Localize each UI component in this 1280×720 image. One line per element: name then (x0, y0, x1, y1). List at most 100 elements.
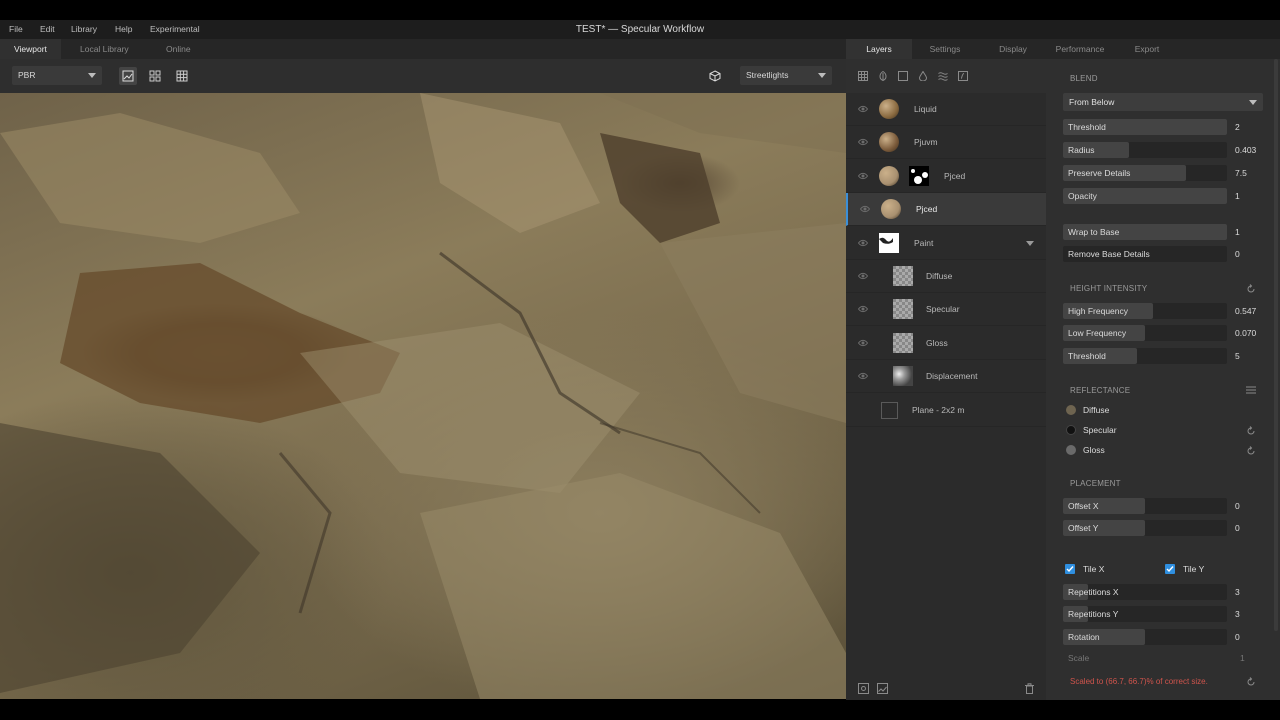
layer-row[interactable]: Displacement (846, 360, 1046, 394)
slider-label: Offset X (1068, 501, 1099, 511)
layer-mask-thumbnail[interactable] (909, 165, 929, 186)
layer-row[interactable]: Pjced (846, 193, 1046, 227)
tab-export[interactable]: Export (1114, 39, 1180, 59)
split-view-button[interactable] (146, 67, 164, 85)
layer-row[interactable]: Gloss (846, 326, 1046, 360)
low-frequency-slider[interactable]: Low Frequency (1063, 325, 1227, 341)
slider-value[interactable]: 0.547 (1235, 303, 1265, 319)
3d-viewport[interactable] (0, 93, 846, 699)
reset-icon[interactable] (1246, 446, 1256, 456)
grid-icon[interactable] (858, 71, 868, 81)
reset-icon[interactable] (1246, 677, 1256, 687)
eye-icon[interactable] (858, 172, 868, 180)
rotation-slider[interactable]: Rotation (1063, 629, 1227, 645)
tile-view-button[interactable] (173, 67, 191, 85)
opacity-slider[interactable]: Opacity (1063, 188, 1227, 204)
tile-y-checkbox[interactable] (1165, 564, 1175, 574)
menu-library[interactable]: Library (71, 20, 97, 39)
height-threshold-slider[interactable]: Threshold (1063, 348, 1227, 364)
add-image-layer-icon[interactable] (877, 683, 888, 694)
menu-experimental[interactable]: Experimental (150, 20, 200, 39)
slider-value[interactable]: 7.5 (1235, 165, 1265, 181)
eye-icon[interactable] (858, 138, 868, 146)
menu-bar: File Edit Library Help Experimental TEST… (0, 20, 1280, 39)
high-frequency-slider[interactable]: High Frequency (1063, 303, 1227, 319)
function-icon[interactable] (958, 71, 968, 81)
diffuse-swatch[interactable] (1066, 405, 1076, 415)
render-mode-dropdown[interactable]: PBR (12, 66, 102, 85)
menu-icon[interactable] (1246, 386, 1256, 394)
slider-label: Threshold (1068, 122, 1106, 132)
tab-viewport[interactable]: Viewport (0, 39, 61, 59)
layer-row[interactable]: Specular (846, 293, 1046, 327)
tab-local-library[interactable]: Local Library (66, 39, 143, 59)
slider-value[interactable]: 3 (1235, 584, 1265, 600)
eye-icon[interactable] (858, 105, 868, 113)
eye-icon[interactable] (858, 305, 868, 313)
slider-label: Threshold (1068, 351, 1106, 361)
slider-value[interactable]: 0 (1235, 498, 1265, 514)
slider-value[interactable]: 0 (1235, 520, 1265, 536)
reset-icon[interactable] (1246, 426, 1256, 436)
tab-performance[interactable]: Performance (1046, 39, 1114, 59)
layer-name: Diffuse (926, 271, 953, 281)
menu-edit[interactable]: Edit (40, 20, 55, 39)
slider-value[interactable]: 3 (1235, 606, 1265, 622)
layer-thumbnail (879, 132, 899, 153)
menu-help[interactable]: Help (115, 20, 132, 39)
eye-icon[interactable] (860, 205, 870, 213)
tab-display[interactable]: Display (980, 39, 1046, 59)
slider-value[interactable]: 0.403 (1235, 142, 1265, 158)
layer-row[interactable]: Diffuse (846, 260, 1046, 293)
height-intensity-heading: HEIGHT INTENSITY (1070, 284, 1148, 293)
repetitions-x-slider[interactable]: Repetitions X (1063, 584, 1227, 600)
preserve-details-slider[interactable]: Preserve Details (1063, 165, 1227, 181)
menu-file[interactable]: File (9, 20, 23, 39)
wrap-to-base-slider[interactable]: Wrap to Base (1063, 224, 1227, 240)
remove-base-details-slider[interactable]: Remove Base Details (1063, 246, 1227, 262)
specular-swatch[interactable] (1066, 425, 1076, 435)
tile-x-checkbox[interactable] (1065, 564, 1075, 574)
tab-layers[interactable]: Layers (846, 39, 912, 59)
repetitions-y-slider[interactable]: Repetitions Y (1063, 606, 1227, 622)
offset-y-slider[interactable]: Offset Y (1063, 520, 1227, 536)
offset-x-slider[interactable]: Offset X (1063, 498, 1227, 514)
slider-value[interactable]: 1 (1235, 188, 1265, 204)
slider-value[interactable]: 0 (1235, 246, 1265, 262)
eye-icon[interactable] (858, 239, 868, 247)
slider-value[interactable]: 1 (1235, 224, 1265, 240)
gloss-swatch[interactable] (1066, 445, 1076, 455)
layer-row[interactable]: Plane - 2x2 m (846, 393, 1046, 427)
eye-icon[interactable] (858, 272, 868, 280)
properties-scrollbar[interactable] (1274, 59, 1278, 631)
reset-icon[interactable] (1246, 284, 1256, 294)
blend-mode-dropdown[interactable]: From Below (1063, 93, 1263, 111)
eye-icon[interactable] (858, 372, 868, 380)
radius-slider[interactable]: Radius (1063, 142, 1227, 158)
image-view-button[interactable] (119, 67, 137, 85)
slider-value[interactable]: 2 (1235, 119, 1265, 135)
square-icon[interactable] (898, 71, 908, 81)
layer-row[interactable]: Paint (846, 226, 1046, 260)
slider-value[interactable]: 5 (1235, 348, 1265, 364)
add-layer-icon[interactable] (858, 683, 869, 694)
chevron-down-icon[interactable] (1026, 240, 1034, 246)
threshold-slider[interactable]: Threshold (1063, 119, 1227, 135)
leaf-icon[interactable] (878, 71, 888, 81)
layer-row[interactable]: Pjced (846, 159, 1046, 193)
eye-icon[interactable] (858, 339, 868, 347)
placement-heading: PLACEMENT (1070, 479, 1121, 488)
layers-footer (846, 678, 1046, 700)
tab-settings[interactable]: Settings (912, 39, 978, 59)
slider-value[interactable]: 0.070 (1235, 325, 1265, 341)
model-button[interactable] (706, 67, 724, 85)
trash-icon[interactable] (1024, 683, 1035, 694)
layer-row[interactable]: Pjuvm (846, 126, 1046, 160)
slider-value[interactable]: 0 (1235, 629, 1265, 645)
environment-dropdown[interactable]: Streetlights (740, 66, 832, 85)
layer-row[interactable]: Liquid (846, 93, 1046, 126)
top-black-bar (0, 0, 1280, 20)
drop-icon[interactable] (918, 71, 928, 81)
waves-icon[interactable] (938, 71, 948, 81)
tab-online[interactable]: Online (152, 39, 205, 59)
